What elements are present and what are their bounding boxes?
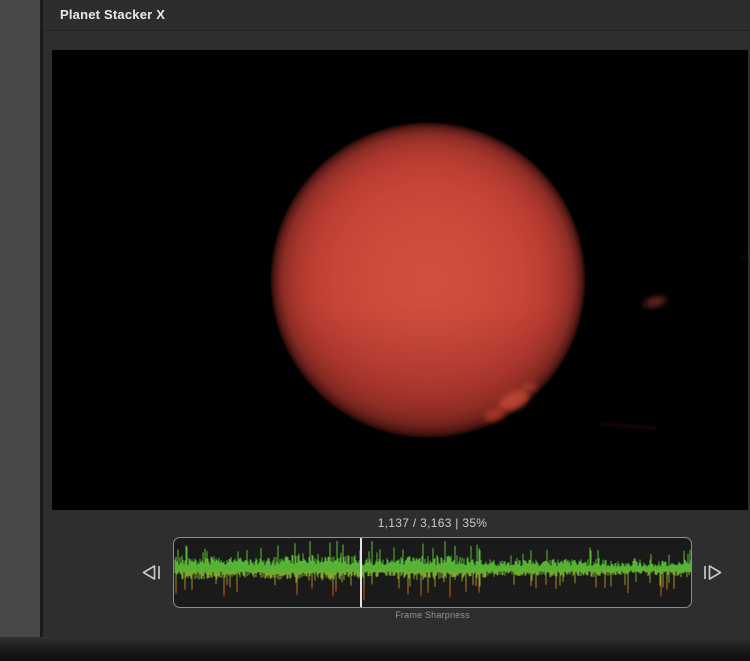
step-forward-icon <box>700 564 724 581</box>
image-canvas[interactable] <box>52 50 748 510</box>
title-bar[interactable]: Planet Stacker X <box>43 0 750 31</box>
sun-plage-region <box>496 386 532 415</box>
sharpness-waveform <box>174 538 691 607</box>
window-title: Planet Stacker X <box>60 0 165 30</box>
frame-counter: 1,137 / 3,163 | 35% <box>173 511 692 535</box>
sun-image <box>270 122 586 438</box>
sun-filament <box>739 255 748 275</box>
frame-sharpness-label: Frame Sharpness <box>173 610 692 620</box>
next-frame-button[interactable] <box>695 557 729 587</box>
sun-plage-region <box>522 383 537 391</box>
playhead-marker[interactable] <box>360 538 362 607</box>
left-sidebar <box>0 0 40 637</box>
frame-sharpness-graph[interactable] <box>173 537 692 608</box>
step-backward-icon <box>140 564 164 581</box>
sunspot <box>642 302 648 307</box>
previous-frame-button[interactable] <box>135 557 169 587</box>
sun-filament <box>600 423 656 429</box>
sun-plage-region <box>483 406 507 424</box>
desktop-backdrop <box>0 637 750 661</box>
planet-stacker-window: Planet Stacker X 1,137 / 3,163 | 35% <box>43 0 750 637</box>
